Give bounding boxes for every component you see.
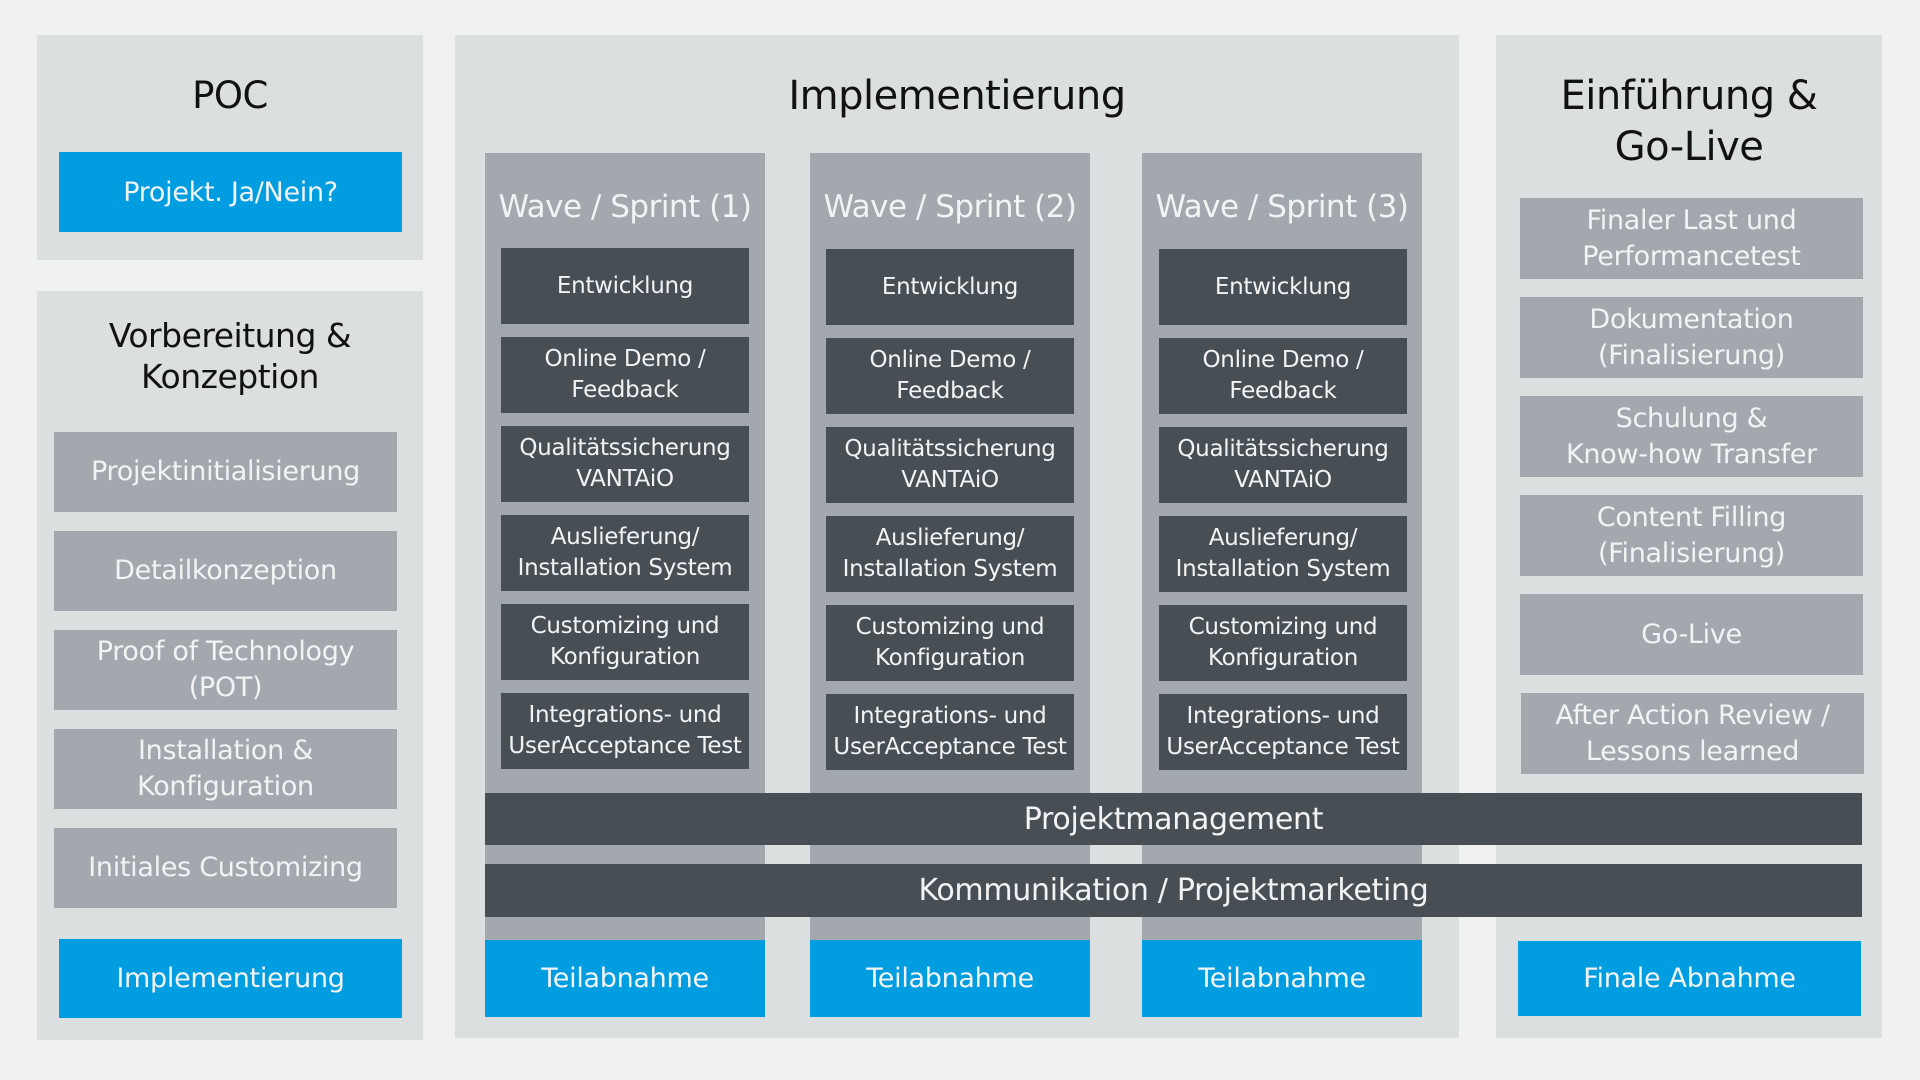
wave-item[interactable]: Integrations- und UserAcceptance Test [501,693,749,769]
wave-item[interactable]: Qualitätssicherung VANTAiO [1159,427,1407,503]
wave-item[interactable]: Entwicklung [826,249,1074,325]
wave-item[interactable]: Auslieferung/ Installation System [826,516,1074,592]
wave-item[interactable]: Online Demo / Feedback [501,337,749,413]
wave-item[interactable]: Auslieferung/ Installation System [501,515,749,591]
wave-item[interactable]: Online Demo / Feedback [1159,338,1407,414]
implementierung-milestone[interactable]: Implementierung [59,939,402,1018]
poc-title: POC [192,74,268,117]
wave-item[interactable]: Qualitätssicherung VANTAiO [501,426,749,502]
wave-item[interactable]: Customizing und Konfiguration [826,605,1074,681]
einfuehrung-item[interactable]: Content Filling (Finalisierung) [1520,495,1863,576]
poc-panel: POC Projekt. Ja/Nein? [37,35,423,260]
wave-item[interactable]: Customizing und Konfiguration [1159,605,1407,681]
poc-decision-box[interactable]: Projekt. Ja/Nein? [59,152,402,232]
wave-item[interactable]: Entwicklung [501,248,749,324]
einfuehrung-title: Einführung & Go-Live [1560,73,1818,170]
vorbereitung-item[interactable]: Projektinitialisierung [54,432,397,512]
wave-item[interactable]: Integrations- und UserAcceptance Test [1159,694,1407,770]
vorbereitung-item[interactable]: Installation & Konfiguration [54,729,397,809]
einfuehrung-item[interactable]: After Action Review / Lessons learned [1521,693,1864,774]
wave-item[interactable]: Entwicklung [1159,249,1407,325]
einfuehrung-item[interactable]: Schulung & Know-how Transfer [1520,396,1863,477]
einfuehrung-item[interactable]: Go-Live [1520,594,1863,675]
wave-title: Wave / Sprint (1) [498,189,752,225]
wave-title: Wave / Sprint (2) [823,189,1077,225]
wave-item[interactable]: Integrations- und UserAcceptance Test [826,694,1074,770]
einfuehrung-item[interactable]: Dokumentation (Finalisierung) [1520,297,1863,378]
wave-item[interactable]: Online Demo / Feedback [826,338,1074,414]
vorbereitung-panel: Vorbereitung & Konzeption Projektinitial… [37,291,423,1040]
kommunikation-bar[interactable]: Kommunikation / Projektmarketing [485,864,1862,917]
finale-abnahme-milestone[interactable]: Finale Abnahme [1518,941,1861,1016]
vorbereitung-title: Vorbereitung & Konzeption [108,316,352,396]
projektmanagement-bar[interactable]: Projektmanagement [485,793,1862,845]
teilabnahme-milestone-1[interactable]: Teilabnahme [485,940,765,1017]
vorbereitung-item[interactable]: Detailkonzeption [54,531,397,611]
implementierung-title: Implementierung [788,73,1126,119]
wave-item[interactable]: Customizing und Konfiguration [501,604,749,680]
vorbereitung-item[interactable]: Initiales Customizing [54,828,397,908]
teilabnahme-milestone-2[interactable]: Teilabnahme [810,940,1090,1017]
wave-item[interactable]: Auslieferung/ Installation System [1159,516,1407,592]
wave-title: Wave / Sprint (3) [1155,189,1409,225]
wave-item[interactable]: Qualitätssicherung VANTAiO [826,427,1074,503]
einfuehrung-item[interactable]: Finaler Last und Performancetest [1520,198,1863,279]
teilabnahme-milestone-3[interactable]: Teilabnahme [1142,940,1422,1017]
vorbereitung-item[interactable]: Proof of Technology (POT) [54,630,397,710]
